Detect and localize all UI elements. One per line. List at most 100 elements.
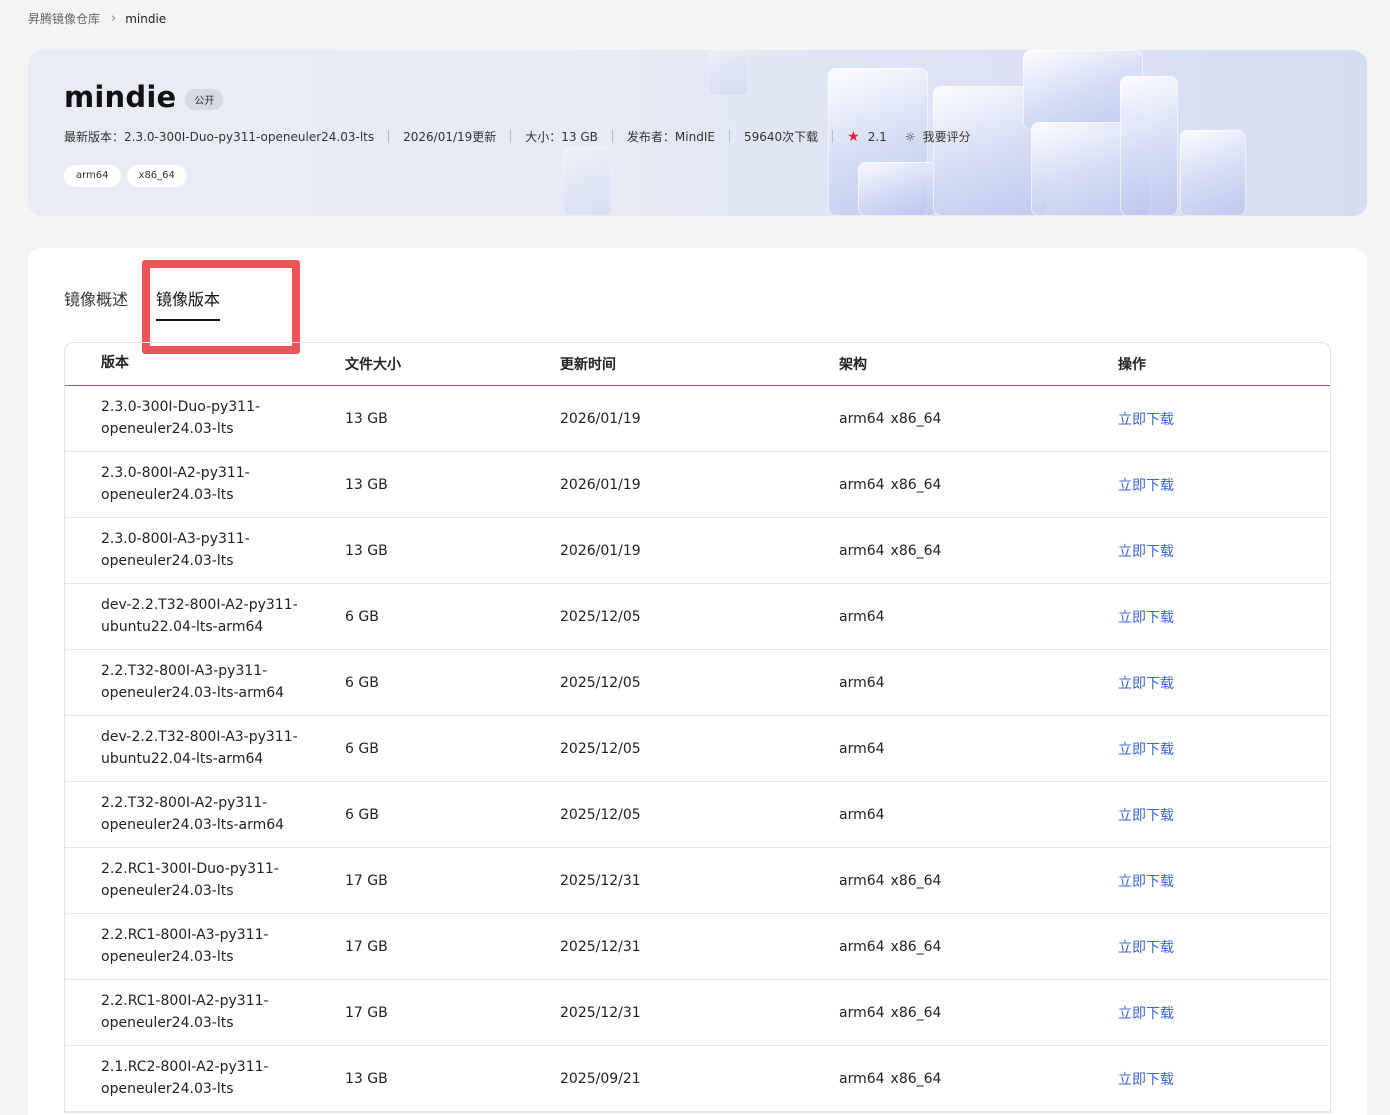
download-link[interactable]: 立即下载 <box>1118 412 1174 428</box>
arch-cell: arm64 <box>839 609 1118 625</box>
arch-cell: arm64 x86_64 <box>839 873 1118 889</box>
arch-cell: arm64 x86_64 <box>839 543 1118 559</box>
version-cell: 2.3.0-800I-A2-py311-openeuler24.03-lts <box>101 465 250 503</box>
size-cell: 13 GB <box>345 476 388 493</box>
download-link[interactable]: 立即下载 <box>1118 610 1174 626</box>
version-cell: 2.3.0-800I-A3-py311-openeuler24.03-lts <box>101 531 250 569</box>
size-cell: 13 GB <box>345 410 388 427</box>
version-cell: 2.3.0-300I-Duo-py311-openeuler24.03-lts <box>101 399 261 437</box>
size-cell: 17 GB <box>345 1004 388 1021</box>
version-cell: 2.2.RC1-300I-Duo-py311-openeuler24.03-lt… <box>101 861 279 899</box>
arch-cell: arm64 x86_64 <box>839 477 1118 493</box>
arch-label: x86_64 <box>890 1070 942 1087</box>
table-row: dev-2.2.T32-800I-A3-py311-ubuntu22.04-lt… <box>65 716 1330 782</box>
decorative-cube <box>858 162 938 216</box>
date-cell: 2025/09/21 <box>560 1070 641 1087</box>
date-cell: 2025/12/31 <box>560 872 641 889</box>
arch-cell: arm64 x86_64 <box>839 411 1118 427</box>
version-cell: dev-2.2.T32-800I-A2-py311-ubuntu22.04-lt… <box>101 597 298 635</box>
arch-label: x86_64 <box>890 938 942 955</box>
repo-meta: 最新版本：2.3.0-300I-Duo-py311-openeuler24.03… <box>64 128 971 145</box>
table-row: 2.2.RC1-300I-Duo-py311-openeuler24.03-lt… <box>65 848 1330 914</box>
star-icon: ★ <box>847 128 860 145</box>
breadcrumb: 昇腾镜像仓库 › mindie <box>28 10 166 27</box>
action-cell: 立即下载 <box>1118 673 1330 693</box>
version-cell: 2.1.RC2-800I-A2-py311-openeuler24.03-lts <box>101 1059 269 1097</box>
arch-label: arm64 <box>839 938 885 955</box>
rate-icon[interactable]: ☼ <box>905 130 916 144</box>
size-cell: 17 GB <box>345 872 388 889</box>
breadcrumb-current: mindie <box>125 11 167 26</box>
visibility-badge: 公开 <box>185 88 224 110</box>
table-header: 版本 文件大小 更新时间 架构 操作 <box>65 343 1330 386</box>
arch-tags: arm64 x86_64 <box>64 165 187 187</box>
arch-label: x86_64 <box>890 542 942 559</box>
version-cell: 2.2.RC1-800I-A3-py311-openeuler24.03-lts <box>101 927 269 965</box>
versions-table: 版本 文件大小 更新时间 架构 操作 2.3.0-300I-Duo-py311-… <box>64 342 1331 1113</box>
arch-cell: arm64 <box>839 741 1118 757</box>
rating-value: 2.1 <box>867 129 887 144</box>
size-cell: 13 GB <box>345 1070 388 1087</box>
chevron-right-icon: › <box>111 11 117 26</box>
table-row: 2.2.T32-800I-A2-py311-openeuler24.03-lts… <box>65 782 1330 848</box>
column-header-action: 操作 <box>1118 357 1146 373</box>
publisher: 发布者：MindIE <box>626 130 715 144</box>
decorative-cube <box>708 50 748 96</box>
action-cell: 立即下载 <box>1118 1069 1330 1089</box>
decorative-cube <box>1120 76 1178 216</box>
version-cell: 2.2.RC1-800I-A2-py311-openeuler24.03-lts <box>101 993 269 1031</box>
action-cell: 立即下载 <box>1118 1003 1330 1023</box>
download-link[interactable]: 立即下载 <box>1118 1006 1174 1022</box>
download-link[interactable]: 立即下载 <box>1118 478 1174 494</box>
download-link[interactable]: 立即下载 <box>1118 1072 1174 1088</box>
arch-label: arm64 <box>839 740 885 757</box>
date-cell: 2026/01/19 <box>560 542 641 559</box>
date-cell: 2025/12/05 <box>560 608 641 625</box>
latest-version: 最新版本：2.3.0-300I-Duo-py311-openeuler24.03… <box>64 130 375 144</box>
divider <box>832 130 834 143</box>
table-row: 2.3.0-800I-A2-py311-openeuler24.03-lts 13… <box>65 452 1330 518</box>
arch-label: x86_64 <box>890 410 942 427</box>
table-row: dev-2.2.T32-800I-A2-py311-ubuntu22.04-lt… <box>65 584 1330 650</box>
version-cell: 2.2.T32-800I-A3-py311-openeuler24.03-lts… <box>101 663 285 701</box>
download-link[interactable]: 立即下载 <box>1118 874 1174 890</box>
tab-overview[interactable]: 镜像概述 <box>64 286 128 310</box>
download-link[interactable]: 立即下载 <box>1118 544 1174 560</box>
action-cell: 立即下载 <box>1118 475 1330 495</box>
repo-banner: mindie 公开 最新版本：2.3.0-300I-Duo-py311-open… <box>28 50 1367 216</box>
page-title: mindie <box>64 80 177 114</box>
divider <box>611 130 613 143</box>
date-cell: 2025/12/31 <box>560 938 641 955</box>
download-link[interactable]: 立即下载 <box>1118 676 1174 692</box>
column-header-arch: 架构 <box>839 357 867 373</box>
arch-label: arm64 <box>839 476 885 493</box>
arch-label: arm64 <box>839 674 885 691</box>
size-cell: 6 GB <box>345 806 379 823</box>
action-cell: 立即下载 <box>1118 871 1330 891</box>
size-cell: 13 GB <box>345 542 388 559</box>
decorative-cube <box>563 146 611 216</box>
arch-label: arm64 <box>839 872 885 889</box>
rate-button[interactable]: 我要评分 <box>923 128 971 145</box>
date-cell: 2025/12/05 <box>560 806 641 823</box>
download-link[interactable]: 立即下载 <box>1118 940 1174 956</box>
arch-label: arm64 <box>839 542 885 559</box>
arch-label: x86_64 <box>890 872 942 889</box>
size-cell: 17 GB <box>345 938 388 955</box>
date-cell: 2025/12/31 <box>560 1004 641 1021</box>
download-link[interactable]: 立即下载 <box>1118 808 1174 824</box>
table-row: 2.2.RC1-800I-A2-py311-openeuler24.03-lts… <box>65 980 1330 1046</box>
arch-cell: arm64 x86_64 <box>839 939 1118 955</box>
table-body: 2.3.0-300I-Duo-py311-openeuler24.03-lts 1… <box>65 386 1330 1112</box>
decorative-cube <box>1180 130 1246 216</box>
arch-cell: arm64 x86_64 <box>839 1071 1118 1087</box>
action-cell: 立即下载 <box>1118 937 1330 957</box>
breadcrumb-root-link[interactable]: 昇腾镜像仓库 <box>28 10 100 27</box>
arch-tag: arm64 <box>64 165 121 187</box>
arch-cell: arm64 x86_64 <box>839 1005 1118 1021</box>
arch-tag: x86_64 <box>126 165 187 187</box>
download-link[interactable]: 立即下载 <box>1118 742 1174 758</box>
content-card: 镜像概述 镜像版本 版本 文件大小 更新时间 架构 操作 2.3.0-300I-… <box>28 248 1367 1115</box>
size-cell: 6 GB <box>345 674 379 691</box>
arch-label: arm64 <box>839 410 885 427</box>
